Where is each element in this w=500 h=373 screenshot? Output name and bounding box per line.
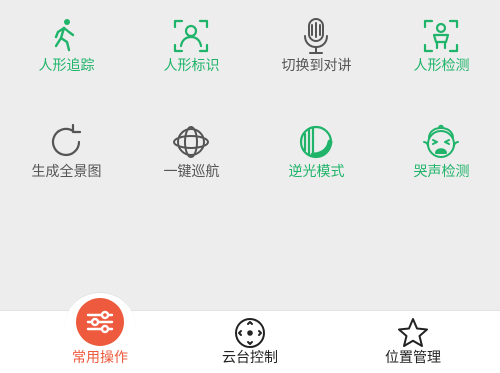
microphone-icon (296, 16, 336, 56)
nav-tab-label: 云台控制 (222, 350, 278, 366)
tile-label: 一键巡航 (163, 164, 220, 180)
star-icon (396, 316, 430, 350)
tile-label: 哭声检测 (413, 164, 470, 180)
tile-label: 逆光模式 (288, 164, 345, 180)
nav-tab-common-ops[interactable]: 常用操作 (50, 310, 150, 372)
nav-tab-position-management[interactable]: 位置管理 (348, 310, 478, 372)
tile-label: 人形追踪 (38, 58, 95, 74)
tile-label: 切换到对讲 (281, 58, 352, 74)
tile-label: 人形检测 (413, 58, 470, 74)
tile-label: 生成全景图 (31, 164, 102, 180)
refresh-icon (46, 122, 86, 162)
tile-switch-intercom[interactable]: 切换到对讲 (254, 4, 379, 84)
backlight-icon (296, 122, 336, 162)
function-grid: 人形追踪 人形标识 切换到对讲 人形检测 生成全景图 一键巡航 逆光模式 哭声检… (0, 0, 500, 310)
tile-label: 人形标识 (163, 58, 220, 74)
nav-tab-label: 位置管理 (385, 350, 441, 366)
ptz-control-icon (233, 316, 267, 350)
tile-cry-detection[interactable]: 哭声检测 (379, 110, 500, 190)
nav-tab-label: 常用操作 (72, 350, 128, 366)
nav-tab-ptz-control[interactable]: 云台控制 (200, 310, 300, 372)
orbit-icon (171, 122, 211, 162)
tile-one-click-cruise[interactable]: 一键巡航 (129, 110, 254, 190)
walking-person-icon (46, 16, 86, 56)
tile-human-tracking[interactable]: 人形追踪 (4, 4, 129, 84)
person-frame-icon (171, 16, 211, 56)
tile-human-marking[interactable]: 人形标识 (129, 4, 254, 84)
person-detect-icon (421, 16, 461, 56)
tile-backlight-mode[interactable]: 逆光模式 (254, 110, 379, 190)
tile-human-detection[interactable]: 人形检测 (379, 4, 500, 84)
tile-panorama[interactable]: 生成全景图 (4, 110, 129, 190)
crying-face-icon (421, 122, 461, 162)
